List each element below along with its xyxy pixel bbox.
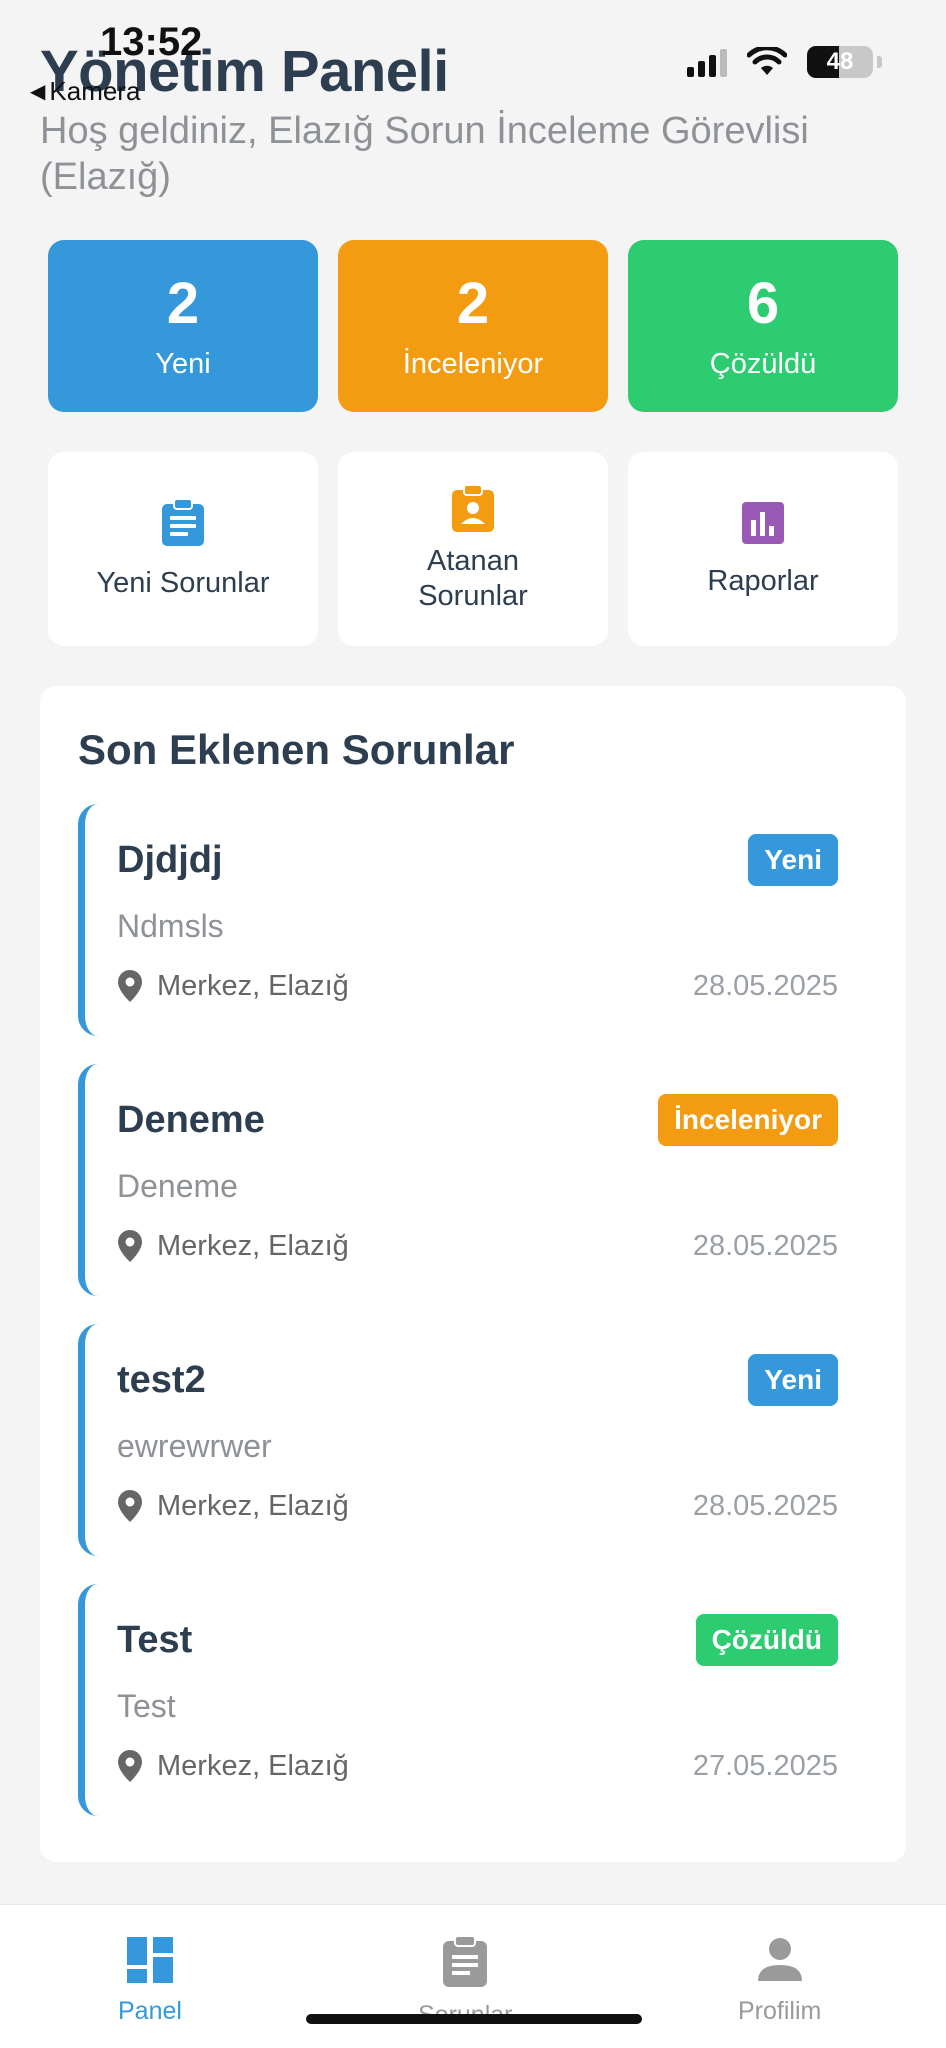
back-triangle-icon: ◀ xyxy=(30,81,46,103)
issue-date: 28.05.2025 xyxy=(692,969,838,1002)
signal-icon xyxy=(687,47,727,77)
issue-location: Merkez, Elazığ xyxy=(157,969,349,1002)
quick-actions: Yeni Sorunlar Atanan Sorunlar Raporlar xyxy=(48,452,898,646)
action-raporlar[interactable]: Raporlar xyxy=(628,452,898,646)
nav-label: Profilim xyxy=(738,1997,822,2025)
stat-label: Yeni xyxy=(155,347,211,380)
bottom-nav: Panel Sorunlar Profilim xyxy=(0,1904,946,2048)
status-badge: Yeni xyxy=(748,1354,838,1406)
recent-issues-card: Son Eklenen Sorunlar Djdjdj Yeni Ndmsls … xyxy=(40,686,906,1862)
issue-date: 27.05.2025 xyxy=(692,1749,838,1782)
issue-location: Merkez, Elazığ xyxy=(157,1229,349,1262)
issue-location: Merkez, Elazığ xyxy=(157,1489,349,1522)
location-pin-icon xyxy=(118,970,142,1002)
recent-issues-title: Son Eklenen Sorunlar xyxy=(78,726,515,773)
action-label: Raporlar xyxy=(707,564,819,597)
clipboard-list-icon xyxy=(162,497,204,546)
issue-date: 28.05.2025 xyxy=(692,1489,838,1522)
stat-label: İnceleniyor xyxy=(402,347,544,380)
status-icons: 48 xyxy=(687,46,882,78)
issue-title: test2 xyxy=(117,1358,206,1401)
issue-date: 28.05.2025 xyxy=(692,1229,838,1262)
stat-label: Çözüldü xyxy=(709,347,817,380)
wifi-icon xyxy=(747,47,787,75)
action-atanan-sorunlar[interactable]: Atanan Sorunlar xyxy=(338,452,608,646)
issue-title: Test xyxy=(117,1618,193,1661)
issue-title: Djdjdj xyxy=(117,838,223,881)
home-indicator[interactable] xyxy=(306,2014,642,2024)
issue-item[interactable]: Test Çözüldü Test Merkez, Elazığ 27.05.2… xyxy=(78,1584,838,1816)
status-time: 13:52 xyxy=(100,20,203,64)
person-icon xyxy=(757,1938,802,1981)
welcome-subtitle: Hoş geldiniz, Elazığ Sorun İnceleme Göre… xyxy=(40,110,809,198)
bar-chart-icon xyxy=(742,501,784,544)
nav-label: Panel xyxy=(118,1997,182,2025)
issue-title: Deneme xyxy=(117,1098,265,1141)
battery-icon: 48 xyxy=(807,46,873,78)
location-pin-icon xyxy=(118,1490,142,1522)
stat-value: 6 xyxy=(746,270,780,336)
action-yeni-sorunlar[interactable]: Yeni Sorunlar xyxy=(48,452,318,646)
nav-tab-profilim[interactable]: Profilim xyxy=(738,1935,821,2026)
back-to-camera-link[interactable]: ◀ Kamera xyxy=(30,76,140,107)
action-label: Yeni Sorunlar xyxy=(96,566,270,599)
issue-description: Test xyxy=(117,1688,176,1724)
stat-card-inceleniyor[interactable]: 2 İnceleniyor xyxy=(338,240,608,412)
issue-item[interactable]: test2 Yeni ewrewrwer Merkez, Elazığ 28.0… xyxy=(78,1324,838,1556)
dashboard-icon xyxy=(126,1937,173,1983)
status-badge: İnceleniyor xyxy=(658,1094,838,1146)
stat-card-cozuldu[interactable]: 6 Çözüldü xyxy=(628,240,898,412)
status-badge: Çözüldü xyxy=(695,1614,838,1666)
battery-level: 48 xyxy=(826,48,854,75)
stat-card-yeni[interactable]: 2 Yeni xyxy=(48,240,318,412)
issue-description: ewrewrwer xyxy=(117,1428,272,1464)
stat-value: 2 xyxy=(166,270,200,336)
location-pin-icon xyxy=(118,1230,142,1262)
status-badge: Yeni xyxy=(748,834,838,886)
clipboard-user-icon xyxy=(452,484,494,532)
location-pin-icon xyxy=(118,1750,142,1782)
action-label: Atanan Sorunlar xyxy=(418,545,528,612)
issue-item[interactable]: Djdjdj Yeni Ndmsls Merkez, Elazığ 28.05.… xyxy=(78,804,838,1036)
issue-description: Deneme xyxy=(117,1168,238,1204)
stat-value: 2 xyxy=(456,270,490,336)
clipboard-icon xyxy=(443,1935,488,1987)
stats-row: 2 Yeni 2 İnceleniyor 6 Çözüldü xyxy=(48,240,898,412)
issue-location: Merkez, Elazığ xyxy=(157,1749,349,1782)
nav-tab-panel[interactable]: Panel xyxy=(118,1935,182,2026)
issue-description: Ndmsls xyxy=(117,908,224,944)
issue-item[interactable]: Deneme İnceleniyor Deneme Merkez, Elazığ… xyxy=(78,1064,838,1296)
back-label: Kamera xyxy=(49,76,141,106)
